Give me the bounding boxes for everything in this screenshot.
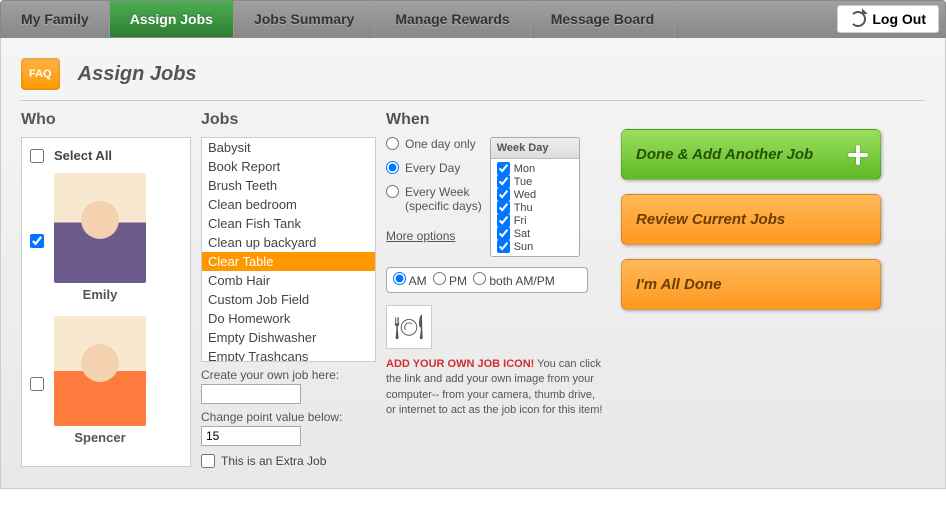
jobs-header: Jobs — [201, 111, 376, 129]
kid-row-emily: Emily — [30, 169, 182, 312]
faq-badge[interactable]: FAQ — [21, 58, 60, 90]
weekday-item[interactable]: Sat — [497, 227, 573, 240]
extra-job-checkbox[interactable] — [201, 454, 215, 468]
title-bar: FAQ Assign Jobs — [21, 58, 925, 101]
extra-job-label: This is an Extra Job — [221, 454, 326, 468]
logout-icon — [850, 11, 866, 27]
create-job-input[interactable] — [201, 384, 301, 404]
avatar-emily — [54, 173, 146, 283]
actions-column: Done & Add Another Job Review Current Jo… — [621, 129, 881, 310]
weekday-item[interactable]: Tue — [497, 175, 573, 188]
job-icon-hint: ADD YOUR OWN JOB ICON! You can click the… — [386, 357, 606, 419]
job-item[interactable]: Comb Hair — [202, 271, 375, 290]
kid-row-spencer: Spencer — [30, 312, 182, 455]
top-nav: My Family Assign Jobs Jobs Summary Manag… — [0, 0, 946, 38]
job-item[interactable]: Book Report — [202, 157, 375, 176]
who-column: Who Select All Emily S — [21, 111, 191, 467]
ampm-group: AM PM both AM/PM — [386, 267, 588, 293]
kid-name-emily: Emily — [54, 287, 146, 302]
kid-name-spencer: Spencer — [54, 430, 146, 445]
review-jobs-button[interactable]: Review Current Jobs — [621, 194, 881, 245]
nav-message-board[interactable]: Message Board — [531, 1, 675, 37]
jobs-column: Jobs BabysitBook ReportBrush TeethClean … — [201, 111, 376, 468]
job-item[interactable]: Empty Dishwasher — [202, 328, 375, 347]
when-header: When — [386, 111, 611, 129]
create-job-label: Create your own job here: — [201, 368, 376, 382]
weekday-item[interactable]: Wed — [497, 188, 573, 201]
kid-checkbox-spencer[interactable] — [30, 377, 44, 391]
when-column: When One day only Every Day Every Week(s… — [386, 111, 611, 419]
kid-checkbox-emily[interactable] — [30, 234, 44, 248]
page-title: Assign Jobs — [78, 63, 197, 86]
nav-jobs-summary[interactable]: Jobs Summary — [234, 1, 375, 37]
weekday-item[interactable]: Sun — [497, 240, 573, 253]
when-every-day[interactable]: Every Day — [386, 161, 482, 175]
plus-icon — [846, 143, 870, 167]
weekday-box: Week Day Mon Tue Wed Thu Fri Sat Sun — [490, 137, 580, 257]
logout-label: Log Out — [872, 11, 926, 27]
job-item[interactable]: Empty Trashcans — [202, 347, 375, 362]
page-body: FAQ Assign Jobs Who Select All Emily — [0, 38, 946, 489]
points-label: Change point value below: — [201, 410, 376, 424]
weekday-item[interactable]: Fri — [497, 214, 573, 227]
done-add-another-button[interactable]: Done & Add Another Job — [621, 129, 881, 180]
radio-one-day[interactable] — [386, 137, 399, 150]
ampm-both[interactable]: both AM/PM — [473, 272, 555, 288]
avatar-spencer — [54, 316, 146, 426]
weekday-item[interactable]: Thu — [497, 201, 573, 214]
job-item[interactable]: Clean bedroom — [202, 195, 375, 214]
radio-every-week[interactable] — [386, 185, 399, 198]
who-header: Who — [21, 111, 191, 129]
job-item[interactable]: Clean Fish Tank — [202, 214, 375, 233]
who-list: Select All Emily Spencer — [21, 137, 191, 467]
job-icon-preview[interactable]: 🍽 — [386, 305, 432, 349]
logout-button[interactable]: Log Out — [837, 5, 939, 33]
when-every-week[interactable]: Every Week(specific days) — [386, 185, 482, 213]
when-radio-group: One day only Every Day Every Week(specif… — [386, 137, 482, 257]
job-item[interactable]: Brush Teeth — [202, 176, 375, 195]
weekday-item[interactable]: Mon — [497, 162, 573, 175]
all-done-button[interactable]: I'm All Done — [621, 259, 881, 310]
select-all-checkbox[interactable] — [30, 149, 44, 163]
job-item[interactable]: Babysit — [202, 138, 375, 157]
job-item[interactable]: Clean up backyard — [202, 233, 375, 252]
nav-assign-jobs[interactable]: Assign Jobs — [110, 1, 234, 37]
select-all-label: Select All — [54, 148, 112, 163]
job-item[interactable]: Do Homework — [202, 309, 375, 328]
jobs-listbox[interactable]: BabysitBook ReportBrush TeethClean bedro… — [201, 137, 376, 362]
weekday-list: Mon Tue Wed Thu Fri Sat Sun — [491, 159, 579, 256]
when-one-day[interactable]: One day only — [386, 137, 482, 151]
nav-my-family[interactable]: My Family — [1, 1, 110, 37]
job-item[interactable]: Clear Table — [202, 252, 375, 271]
select-all-row: Select All — [30, 148, 182, 163]
ampm-pm[interactable]: PM — [433, 272, 467, 288]
radio-every-day[interactable] — [386, 161, 399, 174]
job-item[interactable]: Custom Job Field — [202, 290, 375, 309]
nav-manage-rewards[interactable]: Manage Rewards — [375, 1, 530, 37]
points-input[interactable] — [201, 426, 301, 446]
weekday-header: Week Day — [491, 138, 579, 159]
more-options-link[interactable]: More options — [386, 229, 482, 243]
ampm-am[interactable]: AM — [393, 272, 427, 288]
